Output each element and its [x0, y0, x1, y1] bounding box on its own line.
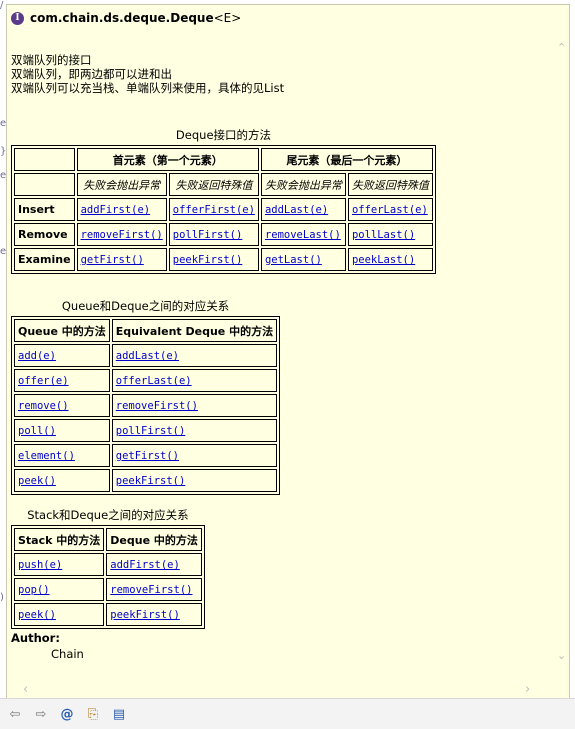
method-link[interactable]: pollFirst(): [173, 229, 243, 241]
scroll-right-icon[interactable]: ›: [525, 682, 530, 697]
method-link[interactable]: peekLast(): [352, 254, 415, 266]
method-link[interactable]: peekFirst(): [110, 609, 180, 621]
table-row: add(e) addLast(e): [14, 344, 278, 367]
gutter-mark: /: [0, 0, 4, 11]
method-link[interactable]: addLast(e): [265, 204, 328, 216]
popup-toolbar: ⇦ ⇨ @ ⎘ ▤: [0, 698, 575, 729]
first-element-header: 首元素（第一个元素）: [76, 148, 259, 171]
author-name: Chain: [51, 647, 84, 661]
table-row: element() getFirst(): [14, 444, 278, 467]
method-link[interactable]: removeLast(): [265, 229, 341, 241]
table-row: peek() peekFirst(): [14, 469, 278, 492]
method-link[interactable]: offerLast(e): [352, 204, 428, 216]
open-declaration-icon[interactable]: ⎘: [84, 705, 102, 723]
last-element-header: 尾元素（最后一个元素）: [260, 148, 433, 171]
description-line: 双端队列的接口: [11, 53, 92, 67]
deque-methods-caption: Deque接口的方法: [175, 128, 272, 142]
open-external-doc-icon[interactable]: ▤: [110, 705, 128, 723]
method-link[interactable]: offerLast(e): [116, 375, 192, 387]
table-row: poll() pollFirst(): [14, 419, 278, 442]
stack-deque-block: Stack和Deque之间的对应关系 Stack 中的方法 Deque 中的方法…: [11, 507, 205, 629]
horizontal-scrollbar[interactable]: ‹ ›: [7, 682, 555, 698]
method-link[interactable]: pollFirst(): [116, 425, 186, 437]
method-link[interactable]: removeFirst(): [116, 400, 198, 412]
stack-deque-table: Stack 中的方法 Deque 中的方法 push(e) addFirst(e…: [11, 525, 205, 629]
queue-deque-table: Queue 中的方法 Equivalent Deque 中的方法 add(e) …: [11, 316, 281, 495]
table-row: Examine getFirst() peekFirst() getLast()…: [14, 248, 433, 271]
scroll-up-icon[interactable]: ⌃: [557, 41, 566, 54]
method-link[interactable]: poll(): [18, 425, 56, 437]
method-link[interactable]: addFirst(e): [81, 204, 151, 216]
author-label: Author:: [11, 631, 60, 645]
scroll-down-icon[interactable]: ⌄: [557, 649, 566, 662]
table-row: remove() removeFirst(): [14, 394, 278, 417]
method-link[interactable]: getFirst(): [116, 450, 179, 462]
author-section: Author: Chain: [11, 631, 84, 661]
interface-info-icon: I: [11, 11, 24, 25]
method-link[interactable]: push(e): [18, 559, 62, 571]
method-link[interactable]: peekFirst(): [116, 475, 186, 487]
forward-icon[interactable]: ⇨: [32, 705, 50, 723]
method-link[interactable]: peek(): [18, 475, 56, 487]
empty-cell: [14, 148, 75, 171]
table-row: Stack 中的方法 Deque 中的方法: [14, 528, 202, 551]
method-link[interactable]: add(e): [18, 350, 56, 362]
description-line: 双端队列可以充当栈、单端队列来使用，具体的见List: [11, 81, 285, 95]
back-icon[interactable]: ⇦: [6, 705, 24, 723]
type-title: com.chain.ds.deque.Deque<E>: [30, 11, 241, 25]
stack-deque-caption: Stack和Deque之间的对应关系: [27, 508, 189, 522]
row-label: Remove: [14, 223, 75, 246]
method-link[interactable]: remove(): [18, 400, 69, 412]
empty-cell: [14, 173, 75, 196]
at-icon[interactable]: @: [58, 705, 76, 723]
method-link[interactable]: pop(): [18, 584, 50, 596]
deque-methods-table: 首元素（第一个元素） 尾元素（最后一个元素） 失败会抛出异常 失败返回特殊值 失…: [11, 145, 436, 274]
gutter-mark: ): [0, 592, 4, 603]
description-line: 双端队列，即两边都可以进和出: [11, 67, 172, 81]
row-label: Insert: [14, 198, 75, 221]
method-link[interactable]: getFirst(): [81, 254, 144, 266]
method-link[interactable]: pollLast(): [352, 229, 415, 241]
row-label: Examine: [14, 248, 75, 271]
sub-header: 失败会抛出异常: [76, 173, 167, 196]
popup-title-row: I com.chain.ds.deque.Deque<E>: [11, 9, 241, 27]
table-row: pop() removeFirst(): [14, 578, 202, 601]
column-header: Equivalent Deque 中的方法: [111, 319, 278, 342]
column-header: Deque 中的方法: [106, 528, 202, 551]
queue-deque-block: Queue和Deque之间的对应关系 Queue 中的方法 Equivalent…: [11, 298, 281, 495]
scroll-left-icon[interactable]: ‹: [23, 682, 28, 697]
javadoc-hover-popup: I com.chain.ds.deque.Deque<E> 双端队列的接口 双端…: [6, 4, 570, 699]
table-row: offer(e) offerLast(e): [14, 369, 278, 392]
method-link[interactable]: getLast(): [265, 254, 322, 266]
type-name: com.chain.ds.deque.Deque: [30, 11, 214, 25]
sub-header: 失败返回特殊值: [347, 173, 433, 196]
method-link[interactable]: addFirst(e): [110, 559, 180, 571]
column-header: Stack 中的方法: [14, 528, 105, 551]
deque-methods-block: Deque接口的方法 首元素（第一个元素） 尾元素（最后一个元素） 失败会抛出异…: [11, 127, 436, 274]
table-row: Remove removeFirst() pollFirst() removeL…: [14, 223, 433, 246]
sub-header: 失败会抛出异常: [260, 173, 346, 196]
method-link[interactable]: peek(): [18, 609, 56, 621]
column-header: Queue 中的方法: [14, 319, 110, 342]
table-row: Insert addFirst(e) offerFirst(e) addLast…: [14, 198, 433, 221]
method-link[interactable]: element(): [18, 450, 75, 462]
table-row: peek() peekFirst(): [14, 603, 202, 626]
vertical-scrollbar[interactable]: ⌃ ⌄: [555, 5, 569, 698]
queue-deque-caption: Queue和Deque之间的对应关系: [61, 299, 230, 313]
sub-header: 失败返回特殊值: [168, 173, 259, 196]
method-link[interactable]: removeFirst(): [110, 584, 192, 596]
table-row: push(e) addFirst(e): [14, 553, 202, 576]
table-row: Queue 中的方法 Equivalent Deque 中的方法: [14, 319, 278, 342]
type-generic: <E>: [213, 11, 242, 25]
method-link[interactable]: removeFirst(): [81, 229, 163, 241]
description: 双端队列的接口 双端队列，即两边都可以进和出 双端队列可以充当栈、单端队列来使用…: [11, 53, 284, 95]
method-link[interactable]: addLast(e): [116, 350, 179, 362]
table-row: 失败会抛出异常 失败返回特殊值 失败会抛出异常 失败返回特殊值: [14, 173, 433, 196]
method-link[interactable]: peekFirst(): [173, 254, 243, 266]
method-link[interactable]: offer(e): [18, 375, 69, 387]
method-link[interactable]: offerFirst(e): [173, 204, 255, 216]
table-row: 首元素（第一个元素） 尾元素（最后一个元素）: [14, 148, 433, 171]
